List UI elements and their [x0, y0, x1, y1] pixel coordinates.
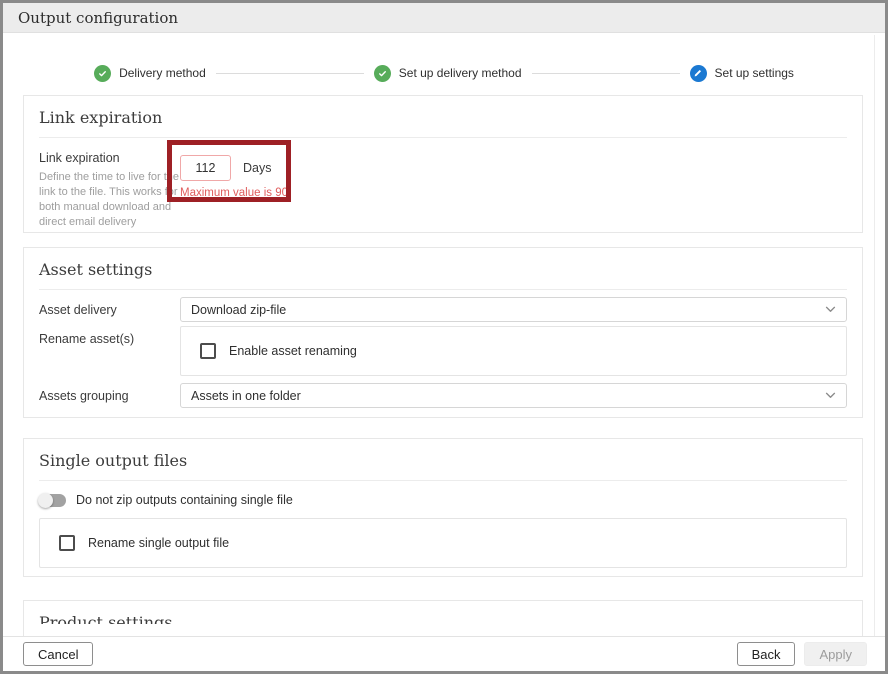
divider: [39, 137, 847, 138]
section-heading: Product settings: [39, 613, 847, 624]
assets-grouping-select[interactable]: Assets in one folder: [180, 383, 847, 408]
dialog-title: Output configuration: [18, 9, 178, 27]
divider: [39, 289, 847, 290]
step-label: Set up delivery method: [399, 66, 522, 80]
step-delivery-method[interactable]: Delivery method: [94, 65, 206, 82]
stepper-connector: [532, 73, 680, 74]
validation-error-text: Maximum value is 90: [180, 187, 288, 199]
link-expiration-section: Link expiration Link expiration Define t…: [23, 95, 863, 233]
step-label: Set up settings: [715, 66, 794, 80]
chevron-down-icon: [825, 392, 836, 399]
assets-grouping-value: Assets in one folder: [191, 389, 825, 403]
step-setup-settings[interactable]: Set up settings: [690, 65, 794, 82]
apply-button[interactable]: Apply: [804, 642, 867, 666]
rename-assets-label: Rename asset(s): [39, 326, 180, 346]
asset-delivery-label: Asset delivery: [39, 297, 180, 317]
dialog-footer: Cancel Back Apply: [3, 636, 885, 671]
check-circle-icon: [94, 65, 111, 82]
step-label: Delivery method: [119, 66, 206, 80]
back-button[interactable]: Back: [737, 642, 796, 666]
do-not-zip-toggle-label: Do not zip outputs containing single fil…: [76, 493, 293, 507]
toggle-knob: [38, 493, 53, 508]
asset-settings-section: Asset settings Asset delivery Download z…: [23, 247, 863, 418]
section-heading: Link expiration: [39, 108, 847, 128]
section-heading: Single output files: [39, 451, 847, 471]
check-circle-icon: [374, 65, 391, 82]
link-expiration-description: Define the time to live for the link to …: [39, 170, 180, 230]
enable-asset-renaming-checkbox[interactable]: [200, 343, 216, 359]
step-setup-delivery-method[interactable]: Set up delivery method: [374, 65, 522, 82]
link-expiration-label: Link expiration: [39, 151, 180, 165]
enable-asset-renaming-label: Enable asset renaming: [229, 344, 357, 358]
dialog-content: Delivery method Set up delivery method S…: [3, 33, 885, 636]
titlebar: Output configuration: [3, 3, 885, 33]
divider: [39, 480, 847, 481]
output-configuration-dialog: Output configuration Delivery method Set…: [0, 0, 888, 674]
single-output-files-section: Single output files Do not zip outputs c…: [23, 438, 863, 577]
cancel-button[interactable]: Cancel: [23, 642, 93, 666]
chevron-down-icon: [825, 306, 836, 313]
section-heading: Asset settings: [39, 260, 847, 280]
asset-delivery-value: Download zip-file: [191, 303, 825, 317]
do-not-zip-toggle[interactable]: [39, 494, 66, 507]
rename-assets-panel: Enable asset renaming: [180, 326, 847, 376]
product-settings-section: Product settings: [23, 600, 863, 636]
stepper-connector: [216, 73, 364, 74]
asset-delivery-select[interactable]: Download zip-file: [180, 297, 847, 322]
rename-single-output-label: Rename single output file: [88, 536, 229, 550]
rename-single-output-checkbox[interactable]: [59, 535, 75, 551]
stepper: Delivery method Set up delivery method S…: [3, 63, 885, 83]
pencil-circle-icon: [690, 65, 707, 82]
link-expiration-days-input[interactable]: [180, 155, 231, 181]
days-unit-label: Days: [243, 161, 271, 175]
rename-single-output-panel: Rename single output file: [39, 518, 847, 568]
assets-grouping-label: Assets grouping: [39, 383, 180, 403]
scrollbar-track[interactable]: [874, 35, 875, 636]
